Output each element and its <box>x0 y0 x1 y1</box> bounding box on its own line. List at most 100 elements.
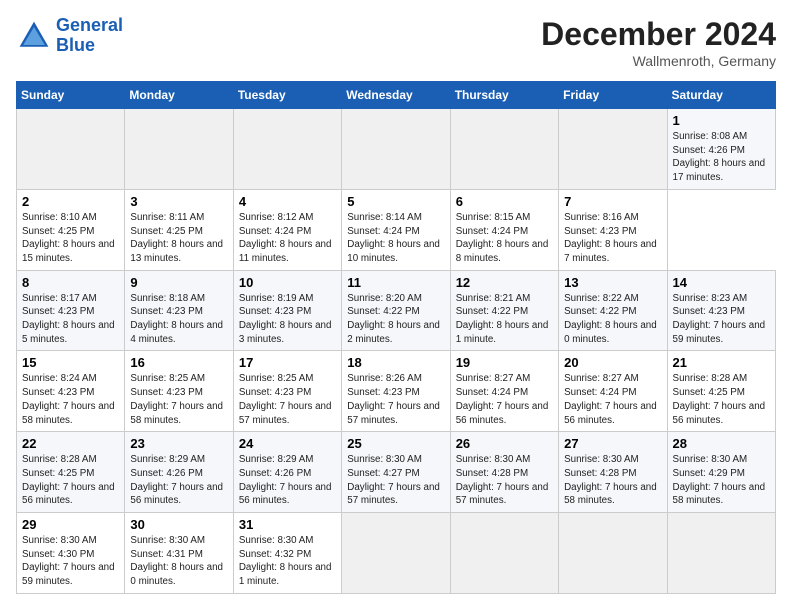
calendar-cell: 20 Sunrise: 8:27 AM Sunset: 4:24 PM Dayl… <box>559 351 667 432</box>
day-info: Sunrise: 8:29 AM Sunset: 4:26 PM Dayligh… <box>130 453 227 508</box>
day-number: 23 <box>130 436 227 451</box>
calendar-cell: 18 Sunrise: 8:26 AM Sunset: 4:23 PM Dayl… <box>342 351 450 432</box>
day-number: 1 <box>673 113 770 128</box>
calendar-cell <box>559 513 667 594</box>
day-info: Sunrise: 8:12 AM Sunset: 4:24 PM Dayligh… <box>239 211 336 266</box>
day-number: 9 <box>130 275 227 290</box>
day-info: Sunrise: 8:30 AM Sunset: 4:31 PM Dayligh… <box>130 534 227 589</box>
day-number: 4 <box>239 194 336 209</box>
day-info: Sunrise: 8:30 AM Sunset: 4:29 PM Dayligh… <box>673 453 770 508</box>
day-number: 29 <box>22 517 119 532</box>
day-info: Sunrise: 8:20 AM Sunset: 4:22 PM Dayligh… <box>347 292 444 347</box>
calendar-cell: 25 Sunrise: 8:30 AM Sunset: 4:27 PM Dayl… <box>342 432 450 513</box>
day-info: Sunrise: 8:21 AM Sunset: 4:22 PM Dayligh… <box>456 292 553 347</box>
calendar-cell: 21 Sunrise: 8:28 AM Sunset: 4:25 PM Dayl… <box>667 351 775 432</box>
calendar-cell: 24 Sunrise: 8:29 AM Sunset: 4:26 PM Dayl… <box>233 432 341 513</box>
calendar-cell: 15 Sunrise: 8:24 AM Sunset: 4:23 PM Dayl… <box>17 351 125 432</box>
day-number: 15 <box>22 355 119 370</box>
location: Wallmenroth, Germany <box>541 53 776 69</box>
day-number: 20 <box>564 355 661 370</box>
calendar-cell: 2 Sunrise: 8:10 AM Sunset: 4:25 PM Dayli… <box>17 189 125 270</box>
month-title: December 2024 <box>541 16 776 53</box>
day-info: Sunrise: 8:17 AM Sunset: 4:23 PM Dayligh… <box>22 292 119 347</box>
day-info: Sunrise: 8:30 AM Sunset: 4:30 PM Dayligh… <box>22 534 119 589</box>
calendar-cell: 22 Sunrise: 8:28 AM Sunset: 4:25 PM Dayl… <box>17 432 125 513</box>
day-info: Sunrise: 8:24 AM Sunset: 4:23 PM Dayligh… <box>22 372 119 427</box>
day-number: 18 <box>347 355 444 370</box>
day-number: 25 <box>347 436 444 451</box>
day-header-saturday: Saturday <box>667 82 775 109</box>
day-number: 30 <box>130 517 227 532</box>
day-number: 27 <box>564 436 661 451</box>
day-number: 14 <box>673 275 770 290</box>
day-number: 26 <box>456 436 553 451</box>
day-number: 6 <box>456 194 553 209</box>
calendar-week-3: 15 Sunrise: 8:24 AM Sunset: 4:23 PM Dayl… <box>17 351 776 432</box>
logo-text: General Blue <box>56 16 123 56</box>
calendar-cell: 26 Sunrise: 8:30 AM Sunset: 4:28 PM Dayl… <box>450 432 558 513</box>
calendar-week-5: 29 Sunrise: 8:30 AM Sunset: 4:30 PM Dayl… <box>17 513 776 594</box>
calendar-cell: 12 Sunrise: 8:21 AM Sunset: 4:22 PM Dayl… <box>450 270 558 351</box>
day-number: 5 <box>347 194 444 209</box>
day-header-sunday: Sunday <box>17 82 125 109</box>
day-info: Sunrise: 8:25 AM Sunset: 4:23 PM Dayligh… <box>239 372 336 427</box>
day-info: Sunrise: 8:28 AM Sunset: 4:25 PM Dayligh… <box>673 372 770 427</box>
day-number: 3 <box>130 194 227 209</box>
day-header-monday: Monday <box>125 82 233 109</box>
calendar-cell <box>450 513 558 594</box>
day-number: 17 <box>239 355 336 370</box>
calendar-cell <box>17 109 125 190</box>
day-number: 28 <box>673 436 770 451</box>
logo: General Blue <box>16 16 123 56</box>
calendar-cell: 29 Sunrise: 8:30 AM Sunset: 4:30 PM Dayl… <box>17 513 125 594</box>
calendar-cell: 30 Sunrise: 8:30 AM Sunset: 4:31 PM Dayl… <box>125 513 233 594</box>
calendar-cell <box>450 109 558 190</box>
calendar-cell: 1 Sunrise: 8:08 AM Sunset: 4:26 PM Dayli… <box>667 109 775 190</box>
day-number: 7 <box>564 194 661 209</box>
calendar-cell <box>342 109 450 190</box>
day-info: Sunrise: 8:08 AM Sunset: 4:26 PM Dayligh… <box>673 130 770 185</box>
day-number: 16 <box>130 355 227 370</box>
calendar-cell <box>125 109 233 190</box>
day-header-tuesday: Tuesday <box>233 82 341 109</box>
calendar-cell: 3 Sunrise: 8:11 AM Sunset: 4:25 PM Dayli… <box>125 189 233 270</box>
day-header-thursday: Thursday <box>450 82 558 109</box>
logo-icon <box>16 18 52 54</box>
day-info: Sunrise: 8:19 AM Sunset: 4:23 PM Dayligh… <box>239 292 336 347</box>
day-info: Sunrise: 8:11 AM Sunset: 4:25 PM Dayligh… <box>130 211 227 266</box>
calendar-cell: 23 Sunrise: 8:29 AM Sunset: 4:26 PM Dayl… <box>125 432 233 513</box>
day-info: Sunrise: 8:18 AM Sunset: 4:23 PM Dayligh… <box>130 292 227 347</box>
day-info: Sunrise: 8:10 AM Sunset: 4:25 PM Dayligh… <box>22 211 119 266</box>
calendar-cell: 17 Sunrise: 8:25 AM Sunset: 4:23 PM Dayl… <box>233 351 341 432</box>
calendar-cell: 28 Sunrise: 8:30 AM Sunset: 4:29 PM Dayl… <box>667 432 775 513</box>
day-number: 2 <box>22 194 119 209</box>
day-number: 19 <box>456 355 553 370</box>
day-info: Sunrise: 8:14 AM Sunset: 4:24 PM Dayligh… <box>347 211 444 266</box>
day-number: 31 <box>239 517 336 532</box>
calendar-week-4: 22 Sunrise: 8:28 AM Sunset: 4:25 PM Dayl… <box>17 432 776 513</box>
calendar-cell: 19 Sunrise: 8:27 AM Sunset: 4:24 PM Dayl… <box>450 351 558 432</box>
day-info: Sunrise: 8:26 AM Sunset: 4:23 PM Dayligh… <box>347 372 444 427</box>
calendar-cell: 6 Sunrise: 8:15 AM Sunset: 4:24 PM Dayli… <box>450 189 558 270</box>
day-info: Sunrise: 8:27 AM Sunset: 4:24 PM Dayligh… <box>564 372 661 427</box>
calendar-table: SundayMondayTuesdayWednesdayThursdayFrid… <box>16 81 776 594</box>
day-number: 22 <box>22 436 119 451</box>
calendar-cell: 7 Sunrise: 8:16 AM Sunset: 4:23 PM Dayli… <box>559 189 667 270</box>
day-info: Sunrise: 8:30 AM Sunset: 4:32 PM Dayligh… <box>239 534 336 589</box>
day-info: Sunrise: 8:22 AM Sunset: 4:22 PM Dayligh… <box>564 292 661 347</box>
day-number: 12 <box>456 275 553 290</box>
calendar-cell: 9 Sunrise: 8:18 AM Sunset: 4:23 PM Dayli… <box>125 270 233 351</box>
day-number: 10 <box>239 275 336 290</box>
calendar-week-1: 2 Sunrise: 8:10 AM Sunset: 4:25 PM Dayli… <box>17 189 776 270</box>
day-info: Sunrise: 8:29 AM Sunset: 4:26 PM Dayligh… <box>239 453 336 508</box>
calendar-cell: 5 Sunrise: 8:14 AM Sunset: 4:24 PM Dayli… <box>342 189 450 270</box>
day-info: Sunrise: 8:15 AM Sunset: 4:24 PM Dayligh… <box>456 211 553 266</box>
calendar-week-2: 8 Sunrise: 8:17 AM Sunset: 4:23 PM Dayli… <box>17 270 776 351</box>
day-info: Sunrise: 8:28 AM Sunset: 4:25 PM Dayligh… <box>22 453 119 508</box>
calendar-cell: 31 Sunrise: 8:30 AM Sunset: 4:32 PM Dayl… <box>233 513 341 594</box>
day-number: 24 <box>239 436 336 451</box>
calendar-cell: 27 Sunrise: 8:30 AM Sunset: 4:28 PM Dayl… <box>559 432 667 513</box>
calendar-cell: 13 Sunrise: 8:22 AM Sunset: 4:22 PM Dayl… <box>559 270 667 351</box>
day-info: Sunrise: 8:27 AM Sunset: 4:24 PM Dayligh… <box>456 372 553 427</box>
calendar-cell: 4 Sunrise: 8:12 AM Sunset: 4:24 PM Dayli… <box>233 189 341 270</box>
